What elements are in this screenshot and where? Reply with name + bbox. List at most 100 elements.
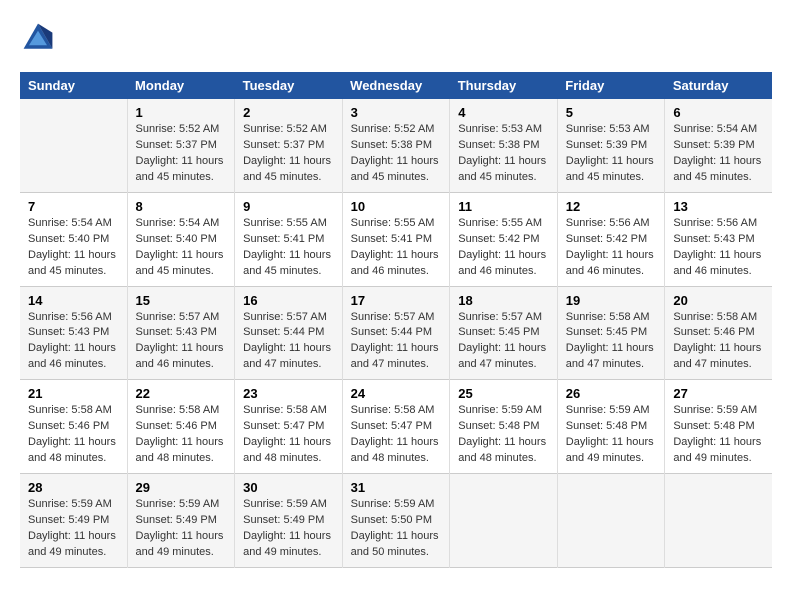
day-info: Sunrise: 5:59 AM Sunset: 5:49 PM Dayligh… <box>28 497 119 561</box>
day-cell: 15Sunrise: 5:57 AM Sunset: 5:43 PM Dayli… <box>127 286 235 380</box>
day-number: 6 <box>673 105 764 120</box>
day-info: Sunrise: 5:59 AM Sunset: 5:48 PM Dayligh… <box>458 403 549 467</box>
page-header <box>20 20 772 56</box>
day-info: Sunrise: 5:59 AM Sunset: 5:49 PM Dayligh… <box>243 497 334 561</box>
day-cell: 26 Sunrise: 5:59 AM Sunset: 5:48 PM Dayli… <box>557 380 665 474</box>
week-row-5: 28 Sunrise: 5:59 AM Sunset: 5:49 PM Dayli… <box>20 474 772 568</box>
day-info: Sunrise: 5:57 AM Sunset: 5:45 PM Dayligh… <box>458 310 549 374</box>
day-number: 10 <box>351 199 442 214</box>
day-cell: 3 Sunrise: 5:52 AM Sunset: 5:38 PM Daylig… <box>342 99 450 192</box>
day-info: Sunrise: 5:52 AM Sunset: 5:37 PM Dayligh… <box>243 122 334 186</box>
day-number: 3 <box>351 105 442 120</box>
day-cell: 17 Sunrise: 5:57 AM Sunset: 5:44 PM Dayli… <box>342 286 450 380</box>
day-info: Sunrise: 5:55 AM Sunset: 5:41 PM Dayligh… <box>243 216 334 280</box>
day-cell: 14Sunrise: 5:56 AM Sunset: 5:43 PM Dayli… <box>20 286 127 380</box>
day-number: 18 <box>458 293 549 308</box>
day-number: 23 <box>243 386 334 401</box>
day-cell <box>450 474 558 568</box>
day-info: Sunrise: 5:58 AM Sunset: 5:46 PM Dayligh… <box>136 403 227 467</box>
calendar-table: SundayMondayTuesdayWednesdayThursdayFrid… <box>20 72 772 568</box>
day-cell: 31Sunrise: 5:59 AM Sunset: 5:50 PM Dayli… <box>342 474 450 568</box>
day-cell: 29 Sunrise: 5:59 AM Sunset: 5:49 PM Dayli… <box>127 474 235 568</box>
day-info: Sunrise: 5:59 AM Sunset: 5:48 PM Dayligh… <box>673 403 764 467</box>
day-cell: 24 Sunrise: 5:58 AM Sunset: 5:47 PM Dayli… <box>342 380 450 474</box>
day-cell: 22Sunrise: 5:58 AM Sunset: 5:46 PM Dayli… <box>127 380 235 474</box>
day-info: Sunrise: 5:53 AM Sunset: 5:38 PM Dayligh… <box>458 122 549 186</box>
day-cell: 11 Sunrise: 5:55 AM Sunset: 5:42 PM Dayli… <box>450 192 558 286</box>
day-cell <box>557 474 665 568</box>
day-number: 4 <box>458 105 549 120</box>
day-number: 9 <box>243 199 334 214</box>
header-cell-wednesday: Wednesday <box>342 72 450 99</box>
day-number: 5 <box>566 105 657 120</box>
day-cell: 18 Sunrise: 5:57 AM Sunset: 5:45 PM Dayli… <box>450 286 558 380</box>
day-number: 12 <box>566 199 657 214</box>
header-cell-tuesday: Tuesday <box>235 72 343 99</box>
day-cell: 7 Sunrise: 5:54 AM Sunset: 5:40 PM Daylig… <box>20 192 127 286</box>
day-number: 13 <box>673 199 764 214</box>
day-number: 28 <box>28 480 119 495</box>
day-info: Sunrise: 5:58 AM Sunset: 5:47 PM Dayligh… <box>351 403 442 467</box>
day-info: Sunrise: 5:58 AM Sunset: 5:45 PM Dayligh… <box>566 310 657 374</box>
day-info: Sunrise: 5:54 AM Sunset: 5:39 PM Dayligh… <box>673 122 764 186</box>
day-number: 25 <box>458 386 549 401</box>
day-number: 14 <box>28 293 119 308</box>
day-cell: 23 Sunrise: 5:58 AM Sunset: 5:47 PM Dayli… <box>235 380 343 474</box>
week-row-3: 14Sunrise: 5:56 AM Sunset: 5:43 PM Dayli… <box>20 286 772 380</box>
header-cell-saturday: Saturday <box>665 72 772 99</box>
day-info: Sunrise: 5:58 AM Sunset: 5:47 PM Dayligh… <box>243 403 334 467</box>
day-number: 17 <box>351 293 442 308</box>
logo <box>20 20 60 56</box>
day-number: 16 <box>243 293 334 308</box>
day-cell: 30Sunrise: 5:59 AM Sunset: 5:49 PM Dayli… <box>235 474 343 568</box>
day-info: Sunrise: 5:59 AM Sunset: 5:50 PM Dayligh… <box>351 497 442 561</box>
day-number: 1 <box>136 105 227 120</box>
day-number: 29 <box>136 480 227 495</box>
day-info: Sunrise: 5:57 AM Sunset: 5:43 PM Dayligh… <box>136 310 227 374</box>
day-number: 20 <box>673 293 764 308</box>
header-cell-sunday: Sunday <box>20 72 127 99</box>
week-row-4: 21 Sunrise: 5:58 AM Sunset: 5:46 PM Dayli… <box>20 380 772 474</box>
day-cell: 13 Sunrise: 5:56 AM Sunset: 5:43 PM Dayli… <box>665 192 772 286</box>
day-number: 7 <box>28 199 119 214</box>
day-cell <box>665 474 772 568</box>
day-cell: 27 Sunrise: 5:59 AM Sunset: 5:48 PM Dayli… <box>665 380 772 474</box>
day-cell: 5 Sunrise: 5:53 AM Sunset: 5:39 PM Daylig… <box>557 99 665 192</box>
day-cell: 9 Sunrise: 5:55 AM Sunset: 5:41 PM Daylig… <box>235 192 343 286</box>
day-info: Sunrise: 5:53 AM Sunset: 5:39 PM Dayligh… <box>566 122 657 186</box>
day-number: 24 <box>351 386 442 401</box>
day-info: Sunrise: 5:59 AM Sunset: 5:49 PM Dayligh… <box>136 497 227 561</box>
day-info: Sunrise: 5:56 AM Sunset: 5:42 PM Dayligh… <box>566 216 657 280</box>
day-cell: 2 Sunrise: 5:52 AM Sunset: 5:37 PM Daylig… <box>235 99 343 192</box>
header-cell-friday: Friday <box>557 72 665 99</box>
day-info: Sunrise: 5:55 AM Sunset: 5:42 PM Dayligh… <box>458 216 549 280</box>
day-cell: 4 Sunrise: 5:53 AM Sunset: 5:38 PM Daylig… <box>450 99 558 192</box>
day-cell: 1Sunrise: 5:52 AM Sunset: 5:37 PM Daylig… <box>127 99 235 192</box>
day-number: 11 <box>458 199 549 214</box>
day-info: Sunrise: 5:56 AM Sunset: 5:43 PM Dayligh… <box>673 216 764 280</box>
day-number: 27 <box>673 386 764 401</box>
day-cell <box>20 99 127 192</box>
day-info: Sunrise: 5:58 AM Sunset: 5:46 PM Dayligh… <box>28 403 119 467</box>
week-row-2: 7 Sunrise: 5:54 AM Sunset: 5:40 PM Daylig… <box>20 192 772 286</box>
day-info: Sunrise: 5:52 AM Sunset: 5:38 PM Dayligh… <box>351 122 442 186</box>
day-cell: 8Sunrise: 5:54 AM Sunset: 5:40 PM Daylig… <box>127 192 235 286</box>
header-cell-thursday: Thursday <box>450 72 558 99</box>
day-number: 2 <box>243 105 334 120</box>
day-info: Sunrise: 5:54 AM Sunset: 5:40 PM Dayligh… <box>28 216 119 280</box>
day-cell: 25 Sunrise: 5:59 AM Sunset: 5:48 PM Dayli… <box>450 380 558 474</box>
week-row-1: 1 Sunrise: 5:52 AM Sunset: 5:37 PM Daylig… <box>20 99 772 192</box>
day-info: Sunrise: 5:57 AM Sunset: 5:44 PM Dayligh… <box>243 310 334 374</box>
day-cell: 19Sunrise: 5:58 AM Sunset: 5:45 PM Dayli… <box>557 286 665 380</box>
day-cell: 6 Sunrise: 5:54 AM Sunset: 5:39 PM Daylig… <box>665 99 772 192</box>
day-number: 26 <box>566 386 657 401</box>
day-number: 21 <box>28 386 119 401</box>
day-info: Sunrise: 5:57 AM Sunset: 5:44 PM Dayligh… <box>351 310 442 374</box>
header-row: SundayMondayTuesdayWednesdayThursdayFrid… <box>20 72 772 99</box>
day-info: Sunrise: 5:55 AM Sunset: 5:41 PM Dayligh… <box>351 216 442 280</box>
header-cell-monday: Monday <box>127 72 235 99</box>
day-cell: 10 Sunrise: 5:55 AM Sunset: 5:41 PM Dayli… <box>342 192 450 286</box>
day-cell: 12 Sunrise: 5:56 AM Sunset: 5:42 PM Dayli… <box>557 192 665 286</box>
day-info: Sunrise: 5:59 AM Sunset: 5:48 PM Dayligh… <box>566 403 657 467</box>
day-cell: 20Sunrise: 5:58 AM Sunset: 5:46 PM Dayli… <box>665 286 772 380</box>
